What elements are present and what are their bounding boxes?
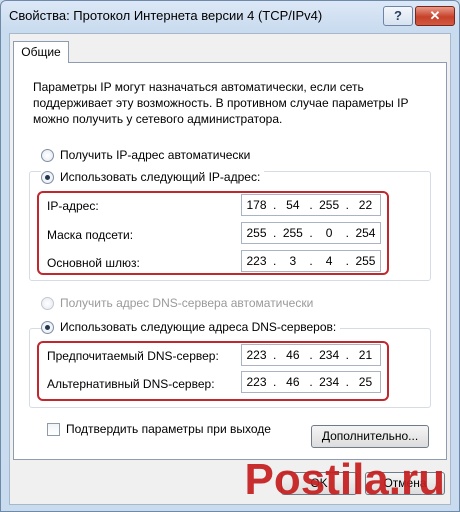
radio-ip-auto-label: Получить IP-адрес автоматически [60,148,251,162]
default-gateway-label: Основной шлюз: [47,256,140,270]
ip-octet-4[interactable]: 22 [351,198,380,212]
radio-dns-manual-label: Использовать следующие адреса DNS-сервер… [60,320,337,334]
mask-octet-1[interactable]: 255 [242,226,271,240]
subnet-mask-label: Маска подсети: [47,228,134,242]
adns-octet-2[interactable]: 46 [278,375,307,389]
subnet-mask-field[interactable]: 255. 255. 0. 254 [241,222,381,244]
pdns-octet-2[interactable]: 46 [278,348,307,362]
radio-ip-manual-indicator[interactable] [41,170,54,184]
radio-ip-auto-indicator[interactable] [41,148,54,162]
gateway-octet-4[interactable]: 255 [351,254,380,268]
radio-dns-auto[interactable]: Получить адрес DNS-сервера автоматически [41,296,313,310]
ip-octet-3[interactable]: 255 [315,198,344,212]
preferred-dns-field[interactable]: 223. 46. 234. 21 [241,344,381,366]
preferred-dns-label: Предпочитаемый DNS-сервер: [47,349,219,363]
validate-settings-checkbox[interactable]: Подтвердить параметры при выходе [47,422,271,436]
radio-ip-auto[interactable]: Получить IP-адрес автоматически [41,148,250,162]
title-bar[interactable]: Свойства: Протокол Интернета версии 4 (T… [1,1,459,31]
mask-octet-4[interactable]: 254 [351,226,380,240]
validate-settings-label: Подтвердить параметры при выходе [66,422,271,436]
ip-octet-2[interactable]: 54 [278,198,307,212]
adns-octet-4[interactable]: 25 [351,375,380,389]
adns-octet-3[interactable]: 234 [315,375,344,389]
radio-dns-auto-indicator[interactable] [41,296,54,310]
pdns-octet-3[interactable]: 234 [315,348,344,362]
alternate-dns-field[interactable]: 223. 46. 234. 25 [241,371,381,393]
adns-octet-1[interactable]: 223 [242,375,271,389]
watermark: Postila.ru [244,455,446,504]
window-title: Свойства: Протокол Интернета версии 4 (T… [9,8,323,23]
description-text: Параметры IP могут назначаться автоматич… [33,80,409,126]
pdns-octet-4[interactable]: 21 [351,348,380,362]
gateway-octet-3[interactable]: 4 [315,254,344,268]
ip-address-field[interactable]: 178. 54. 255. 22 [241,194,381,216]
radio-ip-manual[interactable]: Использовать следующий IP-адрес: [41,170,265,184]
ip-octet-1[interactable]: 178 [242,198,271,212]
pdns-octet-1[interactable]: 223 [242,348,271,362]
close-button[interactable]: ✕ [415,6,455,26]
radio-dns-auto-label: Получить адрес DNS-сервера автоматически [60,296,314,310]
alternate-dns-label: Альтернативный DNS-сервер: [47,377,215,391]
help-button[interactable]: ? [383,6,413,26]
dialog-window: Свойства: Протокол Интернета версии 4 (T… [0,0,460,512]
tab-general[interactable]: Общие [13,41,69,63]
mask-octet-3[interactable]: 0 [315,226,344,240]
advanced-button[interactable]: Дополнительно... [311,425,429,448]
gateway-octet-2[interactable]: 3 [278,254,307,268]
radio-ip-manual-label: Использовать следующий IP-адрес: [60,170,261,184]
mask-octet-2[interactable]: 255 [278,226,307,240]
validate-settings-checkbox-box[interactable] [47,422,60,436]
default-gateway-field[interactable]: 223. 3. 4. 255 [241,250,381,272]
gateway-octet-1[interactable]: 223 [242,254,271,268]
ip-address-label: IP-адрес: [47,199,99,213]
radio-dns-manual-indicator[interactable] [41,320,54,334]
radio-dns-manual[interactable]: Использовать следующие адреса DNS-сервер… [41,320,341,334]
